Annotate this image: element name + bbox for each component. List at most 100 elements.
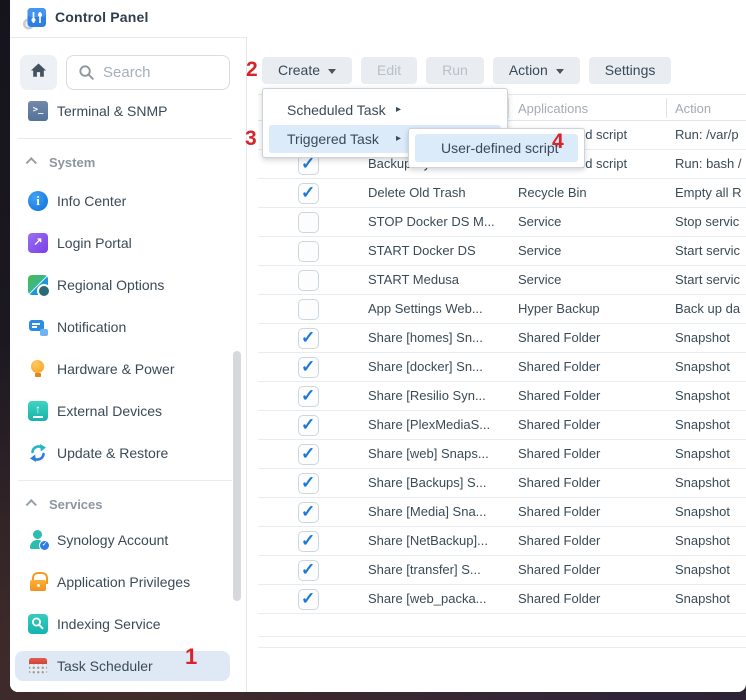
table-row[interactable]: Share [transfer] S...Shared FolderSnapsh… bbox=[258, 556, 746, 585]
sidebar-section-services[interactable]: Services bbox=[10, 489, 246, 519]
task-name: Share [PlexMediaS... bbox=[368, 417, 490, 432]
task-action: Start servic bbox=[675, 272, 740, 287]
sidebar-item-label: Info Center bbox=[57, 193, 126, 209]
sidebar-item-regional-options[interactable]: Regional Options bbox=[15, 270, 230, 300]
edit-button: Edit bbox=[361, 57, 417, 84]
task-application: Shared Folder bbox=[518, 475, 600, 490]
sidebar-item-label: Indexing Service bbox=[57, 616, 161, 632]
task-name: Share [web] Snaps... bbox=[368, 446, 489, 461]
table-row[interactable]: Share [web_packa...Shared FolderSnapshot bbox=[258, 585, 746, 614]
task-checkbox[interactable] bbox=[298, 444, 319, 465]
table-row[interactable]: Share [NetBackup]...Shared FolderSnapsho… bbox=[258, 527, 746, 556]
task-checkbox[interactable] bbox=[298, 270, 319, 291]
button-label: Action bbox=[509, 57, 548, 84]
table-row[interactable]: Delete Old TrashRecycle BinEmpty all R bbox=[258, 179, 746, 208]
task-action: Back up da bbox=[675, 301, 740, 316]
caret-down-icon bbox=[328, 69, 336, 78]
sidebar-item-label: Application Privileges bbox=[57, 574, 190, 590]
task-name: App Settings Web... bbox=[368, 301, 483, 316]
task-checkbox[interactable] bbox=[298, 212, 319, 233]
create-button[interactable]: Create bbox=[262, 57, 352, 84]
search-input[interactable] bbox=[103, 64, 213, 81]
sidebar-divider bbox=[18, 480, 232, 481]
title-bar: Control Panel bbox=[10, 0, 746, 37]
task-action: Run: /var/p bbox=[675, 127, 739, 142]
toolbar: Create Edit Run Action Settings bbox=[262, 57, 671, 84]
sidebar-scrollbar[interactable] bbox=[233, 351, 241, 601]
synology-account-icon: ✓ bbox=[28, 530, 48, 550]
chevron-up-icon bbox=[26, 157, 37, 168]
task-action: Snapshot bbox=[675, 562, 730, 577]
hardware-power-icon bbox=[28, 359, 48, 379]
terminal-icon: >_ bbox=[28, 101, 48, 121]
button-label: Run bbox=[442, 57, 468, 84]
sidebar-item-label: Notification bbox=[57, 319, 126, 335]
task-action: Run: bash / bbox=[675, 156, 742, 171]
sidebar-item-notification[interactable]: Notification bbox=[15, 312, 230, 342]
sidebar-item-update-restore[interactable]: Update & Restore bbox=[15, 438, 230, 468]
task-application: Service bbox=[518, 272, 561, 287]
login-portal-icon: ↗ bbox=[28, 233, 48, 253]
task-action: Start servic bbox=[675, 243, 740, 258]
sidebar-item-info-center[interactable]: iInfo Center bbox=[15, 186, 230, 216]
column-header-applications[interactable]: Applications bbox=[518, 101, 588, 116]
sidebar-item-synology-account[interactable]: ✓Synology Account bbox=[15, 525, 230, 555]
task-action: Stop servic bbox=[675, 214, 739, 229]
table-row[interactable]: START MedusaServiceStart servic bbox=[258, 266, 746, 295]
menu-item-scheduled-task[interactable]: Scheduled Task▸ bbox=[269, 96, 501, 124]
sidebar-item-external-devices[interactable]: ↑External Devices bbox=[15, 396, 230, 426]
settings-button[interactable]: Settings bbox=[589, 57, 672, 84]
indexing-service-icon bbox=[28, 614, 48, 634]
home-button[interactable] bbox=[20, 55, 57, 90]
task-checkbox[interactable] bbox=[298, 328, 319, 349]
table-row[interactable]: Share [docker] Sn...Shared FolderSnapsho… bbox=[258, 353, 746, 382]
task-checkbox[interactable] bbox=[298, 589, 319, 610]
sidebar-item-login-portal[interactable]: ↗ Login Portal bbox=[15, 228, 230, 258]
task-action: Empty all R bbox=[675, 185, 741, 200]
window-title: Control Panel bbox=[55, 9, 149, 25]
task-checkbox[interactable] bbox=[298, 357, 319, 378]
table-row[interactable]: Share [PlexMediaS...Shared FolderSnapsho… bbox=[258, 411, 746, 440]
task-application: Shared Folder bbox=[518, 388, 600, 403]
annotation-step-3: 3 bbox=[245, 127, 257, 151]
table-row[interactable]: START Docker DSServiceStart servic bbox=[258, 237, 746, 266]
annotation-step-2: 2 bbox=[246, 58, 258, 82]
table-row[interactable]: Share [homes] Sn...Shared FolderSnapshot bbox=[258, 324, 746, 353]
sidebar-item-hardware-power[interactable]: Hardware & Power bbox=[15, 354, 230, 384]
task-action: Snapshot bbox=[675, 446, 730, 461]
table-line bbox=[258, 647, 746, 648]
table-row[interactable]: Share [Resilio Syn...Shared FolderSnapsh… bbox=[258, 382, 746, 411]
sidebar-item-terminal-snmp[interactable]: >_Terminal & SNMP bbox=[15, 96, 230, 126]
task-checkbox[interactable] bbox=[298, 183, 319, 204]
task-action: Snapshot bbox=[675, 533, 730, 548]
task-name: Share [docker] Sn... bbox=[368, 359, 483, 374]
home-icon bbox=[29, 61, 48, 84]
task-checkbox[interactable] bbox=[298, 386, 319, 407]
task-checkbox[interactable] bbox=[298, 560, 319, 581]
table-row[interactable]: Share [web] Snaps... Shared Folder Snapsho… bbox=[258, 440, 746, 469]
task-checkbox[interactable] bbox=[298, 502, 319, 523]
search-box[interactable] bbox=[66, 55, 230, 90]
sidebar-item-label: Login Portal bbox=[57, 235, 132, 251]
task-application: Shared Folder bbox=[518, 446, 600, 461]
annotation-step-1: 1 bbox=[185, 644, 197, 670]
sidebar-item-indexing-service[interactable]: Indexing Service bbox=[15, 609, 230, 639]
task-checkbox[interactable] bbox=[298, 415, 319, 436]
task-checkbox[interactable] bbox=[298, 473, 319, 494]
sidebar-item-application-privileges[interactable]: Application Privileges bbox=[15, 567, 230, 597]
task-checkbox[interactable] bbox=[298, 299, 319, 320]
submenu-arrow-icon: ▸ bbox=[396, 96, 401, 124]
sidebar-item-task-scheduler[interactable]: Task Scheduler bbox=[15, 651, 230, 681]
table-row[interactable]: STOP Docker DS M...ServiceStop servic bbox=[258, 208, 746, 237]
table-row[interactable]: Share [Backups] S...Shared FolderSnapsho… bbox=[258, 469, 746, 498]
action-button[interactable]: Action bbox=[493, 57, 580, 84]
regional-options-icon bbox=[28, 275, 48, 295]
task-table: User-defined scriptRun: /var/pBackup Sys… bbox=[258, 121, 746, 614]
column-header-action[interactable]: Action bbox=[675, 101, 711, 116]
task-checkbox[interactable] bbox=[298, 241, 319, 262]
sidebar-section-system[interactable]: System bbox=[10, 147, 246, 177]
table-row[interactable]: Share [Media] Sna...Shared FolderSnapsho… bbox=[258, 498, 746, 527]
caret-down-icon bbox=[556, 69, 564, 78]
table-row[interactable]: App Settings Web...Hyper BackupBack up d… bbox=[258, 295, 746, 324]
task-checkbox[interactable] bbox=[298, 531, 319, 552]
